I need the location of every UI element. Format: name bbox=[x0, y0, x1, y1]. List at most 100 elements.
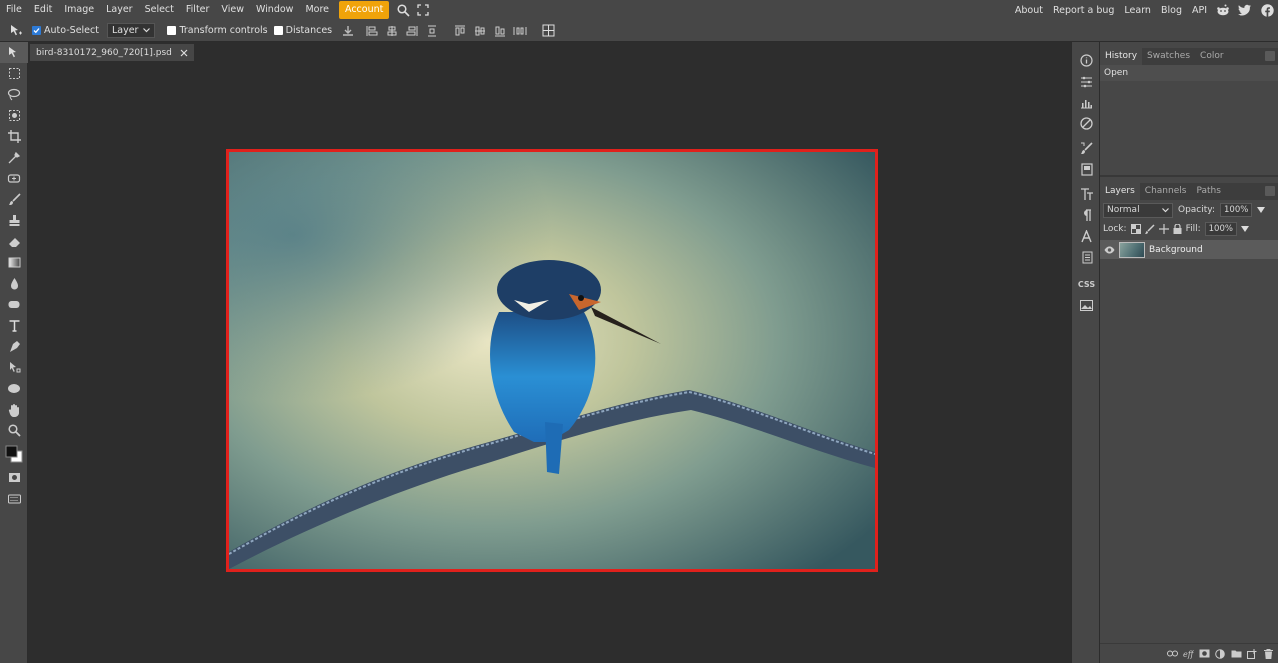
menu-window[interactable]: Window bbox=[250, 0, 299, 20]
eraser-tool-icon[interactable] bbox=[0, 231, 28, 252]
twitter-icon[interactable] bbox=[1234, 0, 1256, 20]
quick-select-tool-icon[interactable] bbox=[0, 105, 28, 126]
character-icon[interactable] bbox=[1072, 184, 1101, 205]
target-select[interactable]: Layer bbox=[106, 23, 156, 38]
menu-edit[interactable]: Edit bbox=[28, 0, 58, 20]
eye-icon[interactable] bbox=[1104, 246, 1115, 254]
menu-file[interactable]: File bbox=[0, 0, 28, 20]
blur-tool-icon[interactable] bbox=[0, 273, 28, 294]
tab-paths[interactable]: Paths bbox=[1191, 183, 1225, 200]
distribute-horizontal-icon[interactable] bbox=[510, 21, 530, 41]
menu-layer[interactable]: Layer bbox=[100, 0, 139, 20]
pen-tool-icon[interactable] bbox=[0, 336, 28, 357]
layer-comps-icon[interactable] bbox=[1072, 247, 1101, 268]
menu-account[interactable]: Account bbox=[339, 1, 390, 19]
type-tool-icon[interactable] bbox=[0, 315, 28, 336]
lasso-tool-icon[interactable] bbox=[0, 84, 28, 105]
align-center-icon[interactable] bbox=[382, 21, 402, 41]
brush-settings-icon[interactable] bbox=[1072, 138, 1101, 159]
opacity-dropdown-icon[interactable] bbox=[1257, 207, 1266, 213]
marquee-tool-icon[interactable] bbox=[0, 63, 28, 84]
hand-tool-icon[interactable] bbox=[0, 399, 28, 420]
reddit-icon[interactable] bbox=[1212, 0, 1234, 20]
link-about[interactable]: About bbox=[1010, 5, 1048, 16]
distances-checkbox[interactable] bbox=[273, 26, 283, 35]
panel-menu-icon[interactable] bbox=[1265, 51, 1275, 61]
link-learn[interactable]: Learn bbox=[1119, 5, 1156, 16]
quick-mask-icon[interactable] bbox=[0, 467, 28, 488]
info-icon[interactable] bbox=[1072, 50, 1101, 71]
auto-select-option[interactable]: Auto-Select bbox=[32, 25, 99, 36]
layer-mask-icon[interactable] bbox=[1198, 648, 1210, 660]
link-blog[interactable]: Blog bbox=[1156, 5, 1187, 16]
align-bottom-icon[interactable] bbox=[490, 21, 510, 41]
tab-color[interactable]: Color bbox=[1195, 48, 1229, 65]
keyboard-icon[interactable] bbox=[0, 488, 28, 509]
properties-icon[interactable] bbox=[1072, 71, 1101, 92]
download-icon[interactable] bbox=[338, 21, 358, 41]
search-icon[interactable] bbox=[393, 0, 413, 20]
crop-tool-icon[interactable] bbox=[0, 126, 28, 147]
link-report-bug[interactable]: Report a bug bbox=[1048, 5, 1119, 16]
lock-position-icon[interactable] bbox=[1158, 224, 1169, 234]
align-left-icon[interactable] bbox=[362, 21, 382, 41]
distances-option[interactable]: Distances bbox=[273, 25, 332, 36]
tab-layers[interactable]: Layers bbox=[1100, 183, 1140, 200]
layer-effects-icon[interactable]: eff bbox=[1182, 648, 1194, 660]
history-item[interactable]: Open bbox=[1100, 65, 1278, 81]
link-layers-icon[interactable] bbox=[1166, 648, 1178, 660]
gradient-tool-icon[interactable] bbox=[0, 252, 28, 273]
lock-pixels-icon[interactable] bbox=[1144, 224, 1155, 234]
document-canvas[interactable] bbox=[226, 149, 878, 572]
color-swatches-icon[interactable] bbox=[0, 441, 28, 467]
tab-history[interactable]: History bbox=[1100, 48, 1143, 65]
link-api[interactable]: API bbox=[1187, 5, 1212, 16]
panel-menu-icon[interactable] bbox=[1265, 186, 1275, 196]
menu-more[interactable]: More bbox=[299, 0, 335, 20]
close-icon[interactable] bbox=[180, 49, 188, 57]
lock-transparency-icon[interactable] bbox=[1130, 224, 1141, 234]
delete-layer-icon[interactable] bbox=[1262, 648, 1274, 660]
histogram-icon[interactable] bbox=[1072, 92, 1101, 113]
glyph-icon[interactable] bbox=[1072, 226, 1101, 247]
tab-channels[interactable]: Channels bbox=[1140, 183, 1192, 200]
adjustment-layer-icon[interactable] bbox=[1214, 648, 1226, 660]
path-select-tool-icon[interactable] bbox=[0, 357, 28, 378]
fullscreen-icon[interactable] bbox=[413, 0, 433, 20]
transform-controls-checkbox[interactable] bbox=[167, 26, 177, 35]
new-group-icon[interactable] bbox=[1230, 648, 1242, 660]
menu-image[interactable]: Image bbox=[58, 0, 100, 20]
document-tab[interactable]: bird-8310172_960_720[1].psd bbox=[30, 44, 194, 61]
layer-row[interactable]: Background bbox=[1100, 240, 1278, 259]
navigator-icon[interactable] bbox=[1072, 113, 1101, 134]
zoom-tool-icon[interactable] bbox=[0, 420, 28, 441]
align-top-icon[interactable] bbox=[450, 21, 470, 41]
tab-swatches[interactable]: Swatches bbox=[1142, 48, 1195, 65]
blend-mode-select[interactable]: Normal bbox=[1103, 202, 1173, 218]
move-tool-icon[interactable] bbox=[6, 21, 26, 41]
menu-select[interactable]: Select bbox=[139, 0, 180, 20]
distribute-vertical-icon[interactable] bbox=[422, 21, 442, 41]
css-icon[interactable]: CSS bbox=[1072, 274, 1101, 295]
grid-layout-icon[interactable] bbox=[538, 21, 558, 41]
fill-input[interactable]: 100% bbox=[1204, 222, 1237, 236]
swatch-icon[interactable] bbox=[1072, 159, 1101, 180]
brush-tool-icon[interactable] bbox=[0, 189, 28, 210]
menu-filter[interactable]: Filter bbox=[180, 0, 216, 20]
opacity-input[interactable]: 100% bbox=[1220, 203, 1253, 217]
sponge-tool-icon[interactable] bbox=[0, 294, 28, 315]
align-middle-icon[interactable] bbox=[470, 21, 490, 41]
lock-all-icon[interactable] bbox=[1173, 224, 1182, 234]
fill-dropdown-icon[interactable] bbox=[1240, 226, 1249, 232]
spot-heal-tool-icon[interactable] bbox=[0, 168, 28, 189]
clone-stamp-tool-icon[interactable] bbox=[0, 210, 28, 231]
align-right-icon[interactable] bbox=[402, 21, 422, 41]
shape-tool-icon[interactable] bbox=[0, 378, 28, 399]
move-tool-icon[interactable] bbox=[0, 42, 28, 63]
paragraph-icon[interactable] bbox=[1072, 205, 1101, 226]
auto-select-checkbox[interactable] bbox=[32, 26, 41, 35]
facebook-icon[interactable] bbox=[1256, 0, 1278, 20]
eyedropper-tool-icon[interactable] bbox=[0, 147, 28, 168]
transform-controls-option[interactable]: Transform controls bbox=[167, 25, 268, 36]
new-layer-icon[interactable] bbox=[1246, 648, 1258, 660]
